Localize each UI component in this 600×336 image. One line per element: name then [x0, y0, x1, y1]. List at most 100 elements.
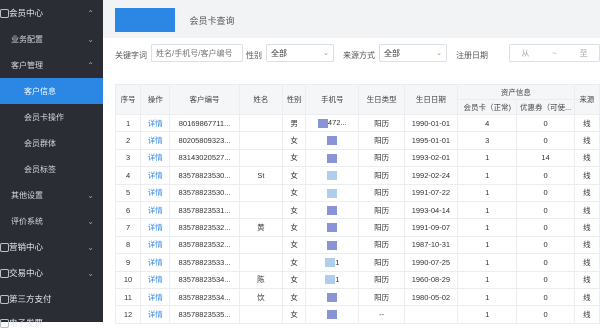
cell-op[interactable]: 详情	[140, 113, 171, 133]
menu-icon	[0, 295, 9, 304]
cell-src: 线	[573, 305, 600, 324]
cell-bdate: 1993-04-14	[403, 200, 459, 220]
cell-src: 线	[573, 200, 600, 220]
cell-coupon: 0	[516, 131, 575, 150]
cell-name	[238, 131, 284, 150]
date-from: 从	[521, 48, 530, 58]
cell-op[interactable]: 详情	[140, 218, 171, 237]
col-header: 来源	[573, 84, 600, 115]
col-header: 性别	[281, 84, 307, 115]
sidebar-item[interactable]: 业务配置 ⌄	[0, 26, 103, 52]
cell-op[interactable]: 详情	[140, 305, 171, 324]
menu-icon	[0, 243, 9, 252]
cell-op[interactable]: 详情	[140, 200, 171, 220]
cell-card: 1	[457, 235, 518, 255]
cell-op[interactable]: 详情	[140, 235, 171, 255]
chevron-down-icon: ⌄	[87, 190, 94, 200]
cell-no: 11	[114, 287, 142, 307]
cell-name	[238, 305, 284, 324]
cell-op[interactable]: 详情	[140, 287, 171, 307]
cell-card: 1	[457, 148, 518, 168]
chevron-down-icon: ⌄	[323, 50, 329, 57]
tab-card-query[interactable]: 会员卡查询	[180, 8, 244, 32]
sidebar-item[interactable]: 交易中心 ⌄	[0, 260, 103, 286]
sidebar-item[interactable]: 会员卡操作	[0, 104, 103, 130]
cell-card: 3	[457, 131, 518, 150]
source-select[interactable]: 全部 ⌄	[379, 44, 447, 62]
table-row: 5 详情 83578823530... 女 阳历 1991-07-22 1 0 线	[114, 183, 600, 202]
sidebar-item[interactable]: 客户管理 ⌃	[0, 52, 103, 78]
cell-op[interactable]: 详情	[140, 131, 171, 150]
cell-name	[238, 253, 284, 272]
cell-card: 1	[457, 166, 518, 185]
regdate-range-picker[interactable]: 从 ~ 至	[509, 44, 600, 62]
cell-src: 线	[573, 113, 600, 133]
sidebar-item[interactable]: 第三方支付	[0, 286, 103, 312]
table-row: 9 详情 83578823533... 女 1 阳历 1990-07-25 1 0 线	[114, 253, 600, 272]
cell-coupon: 0	[516, 287, 575, 307]
cell-op[interactable]: 详情	[140, 270, 171, 289]
sidebar-item-label: 其他设置	[11, 190, 43, 200]
table-row: 11 详情 83578823534... 饮女 阳历 1980-05-02 1 0 线	[114, 287, 600, 307]
cell-name	[238, 235, 284, 255]
keyword-input[interactable]	[151, 44, 243, 62]
cell-no: 12	[114, 305, 142, 324]
sidebar-item[interactable]: 营销中心 ⌄	[0, 234, 103, 260]
chevron-down-icon: ⌄	[87, 216, 94, 226]
redaction-block	[317, 118, 328, 128]
cell-btype: 阳历	[358, 287, 405, 307]
sidebar-item[interactable]: 电子发票	[0, 310, 103, 336]
sidebar-item[interactable]: 其他设置 ⌄	[0, 182, 103, 208]
col-header: 序号	[114, 84, 142, 115]
sidebar-item[interactable]: 会员中心 ⌃	[0, 0, 103, 26]
cell-phone	[305, 218, 360, 237]
cell-bdate: 1990-07-25	[403, 253, 459, 272]
cell-phone	[305, 131, 360, 150]
cell-op[interactable]: 详情	[140, 148, 171, 168]
col-header: 手机号	[305, 84, 360, 115]
cell-op[interactable]: 详情	[140, 253, 171, 272]
chevron-down-icon: ⌄	[436, 50, 442, 57]
col-header: 会员卡（正常)	[457, 99, 518, 115]
redaction-block	[327, 153, 338, 163]
cell-phone: 1	[305, 253, 360, 272]
cell-op[interactable]: 详情	[140, 166, 171, 185]
cell-card: 1	[457, 253, 518, 272]
cell-btype: 阳历	[358, 235, 405, 255]
cell-btype: 阳历	[358, 253, 405, 272]
redaction-block	[327, 171, 338, 181]
menu-icon	[0, 319, 9, 328]
sidebar-item[interactable]: 评价系统 ⌄	[0, 208, 103, 234]
cell-name: 饮	[238, 287, 284, 307]
cell-src: 线	[573, 131, 600, 150]
cell-name: 黄	[238, 218, 284, 237]
cell-gender: 女	[281, 183, 307, 202]
cell-src: 线	[573, 183, 600, 202]
sidebar-item[interactable]: 会员群体	[0, 130, 103, 156]
cell-no: 2	[114, 131, 142, 150]
sidebar-item[interactable]: 客户信息	[0, 78, 103, 104]
cell-card: 1	[457, 287, 518, 307]
cell-card: 1	[457, 218, 518, 237]
cell-card: 1	[457, 305, 518, 324]
sidebar-item[interactable]: 会员标签	[0, 156, 103, 182]
cell-src: 线	[573, 148, 600, 168]
redaction-block	[325, 258, 336, 268]
cell-bdate	[403, 305, 459, 324]
redaction-block	[327, 240, 338, 250]
cell-src: 线	[573, 270, 600, 289]
cell-name	[238, 200, 284, 220]
cell-bdate: 1993-02-01	[403, 148, 459, 168]
cell-id: 83578823533...	[169, 253, 240, 272]
tab-active[interactable]	[115, 8, 175, 32]
cell-bdate: 1992-02-24	[403, 166, 459, 185]
cell-gender: 女	[281, 287, 307, 307]
sidebar-item-label: 交易中心	[9, 268, 44, 278]
cell-card: 1	[457, 270, 518, 289]
gender-select[interactable]: 全部 ⌄	[266, 44, 334, 62]
cell-op[interactable]: 详情	[140, 183, 171, 202]
cell-no: 1	[114, 113, 142, 133]
source-select-value: 全部	[384, 48, 400, 58]
cell-name: St	[238, 166, 284, 185]
cell-phone	[305, 235, 360, 255]
